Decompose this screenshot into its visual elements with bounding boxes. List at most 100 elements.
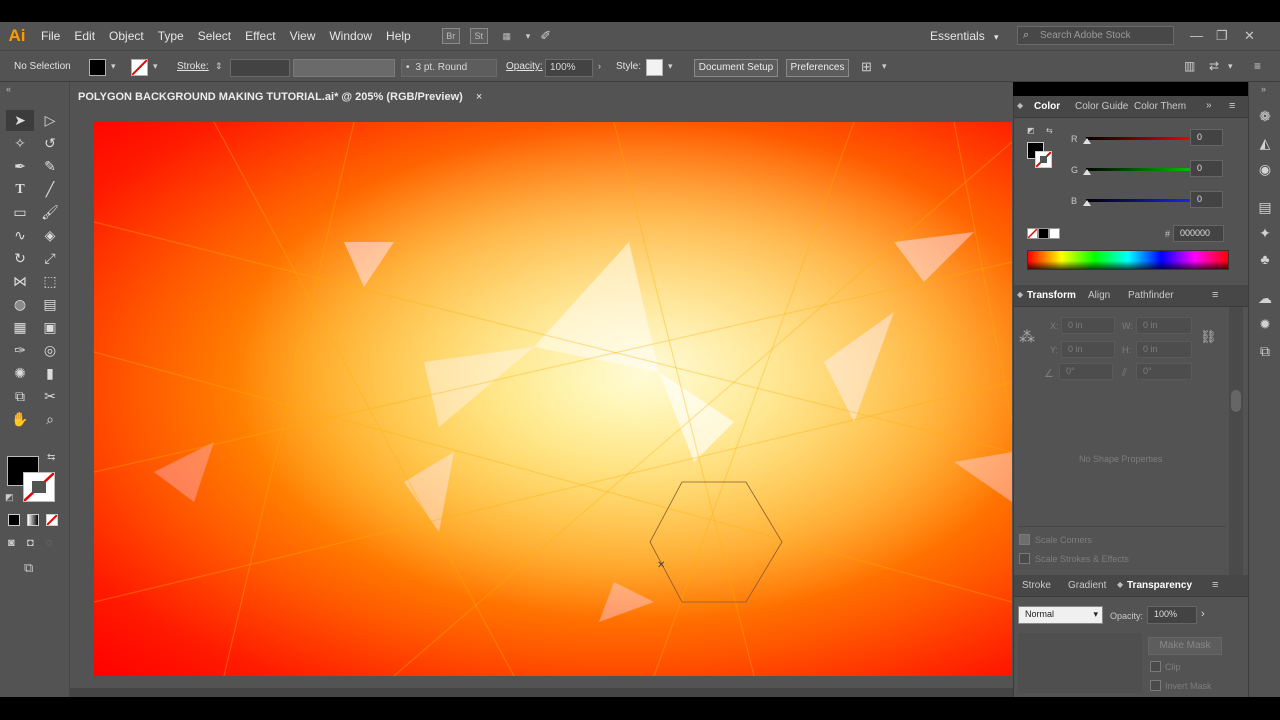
layers-icon[interactable]: ▤ — [1256, 198, 1274, 216]
collapse-icon[interactable]: ◆ — [1017, 290, 1023, 299]
gpu-performance-icon[interactable]: ✐ — [540, 28, 551, 44]
restore-icon[interactable]: ❐ — [1216, 22, 1228, 50]
chevron-right-icon[interactable]: › — [598, 51, 601, 82]
y-field[interactable]: 0 in — [1061, 341, 1115, 358]
minimize-icon[interactable]: — — [1190, 22, 1203, 50]
draw-normal-icon[interactable]: ◙ — [8, 537, 15, 549]
stroke-weight-field[interactable] — [230, 59, 290, 77]
tab-transform[interactable]: Transform — [1027, 285, 1076, 307]
opacity-field[interactable]: 100% — [1147, 606, 1197, 624]
hex-value-field[interactable]: 000000 — [1173, 225, 1224, 242]
column-graph-tool-icon[interactable]: ▮ — [36, 363, 64, 384]
transform-icon[interactable]: ⇄ — [1209, 51, 1219, 82]
pen-tool-icon[interactable]: ✒ — [6, 156, 34, 177]
stroke-box[interactable] — [23, 472, 55, 502]
menu-help[interactable]: Help — [379, 22, 418, 50]
lasso-tool-icon[interactable]: ↺ — [36, 133, 64, 154]
collapse-icon[interactable]: ◆ — [1017, 101, 1023, 110]
white-swatch[interactable] — [1049, 228, 1060, 239]
artboard[interactable]: ✕ — [94, 122, 1012, 676]
h-field[interactable]: 0 in — [1136, 341, 1192, 358]
constrain-proportions-icon[interactable]: ⛓ — [1200, 329, 1217, 345]
chevron-down-icon[interactable]: ▾ — [882, 51, 887, 82]
arrange-documents-icon[interactable]: ▦ — [498, 28, 516, 44]
close-tab-icon[interactable]: × — [476, 91, 482, 103]
x-field[interactable]: 0 in — [1061, 317, 1115, 334]
scale-corners-checkbox[interactable] — [1019, 534, 1030, 545]
artboard-tool-icon[interactable]: ⧉ — [6, 386, 34, 407]
default-colors-icon[interactable]: ◩ — [1027, 126, 1035, 135]
libraries-icon[interactable]: ♣ — [1256, 250, 1274, 268]
selection-tool-icon[interactable]: ➤ — [6, 110, 34, 131]
chevron-down-icon[interactable]: ▾ — [111, 51, 116, 82]
none-swatch[interactable] — [1027, 228, 1038, 239]
chevron-down-icon[interactable]: ▾ — [153, 51, 158, 82]
w-field[interactable]: 0 in — [1136, 317, 1192, 334]
symbols-icon[interactable]: ◭ — [1256, 134, 1274, 152]
scrollbar-thumb[interactable] — [1231, 390, 1241, 412]
none-mode-icon[interactable] — [46, 514, 58, 526]
tab-color-guide[interactable]: Color Guide — [1075, 96, 1128, 118]
invert-mask-checkbox[interactable] — [1150, 680, 1161, 691]
fill-stroke-control[interactable]: ⇆ ◩ — [5, 452, 57, 506]
swap-fill-stroke-icon[interactable]: ⇆ — [47, 452, 55, 463]
g-slider-track[interactable] — [1086, 168, 1196, 171]
menu-view[interactable]: View — [283, 22, 323, 50]
draw-inside-icon[interactable]: ◌ — [46, 537, 53, 549]
stroke-swatch[interactable] — [131, 59, 148, 76]
align-icon[interactable]: ▥ — [1184, 51, 1195, 82]
stroke-weight-stepper[interactable]: ⇕ — [215, 51, 223, 82]
appearance-icon[interactable]: ✹ — [1256, 315, 1274, 333]
menu-type[interactable]: Type — [151, 22, 191, 50]
brush-definition-dropdown[interactable]: • 3 pt. Round — [401, 59, 497, 77]
line-tool-icon[interactable]: ╱ — [36, 179, 64, 200]
opacity-field[interactable]: 100% — [545, 59, 593, 77]
black-swatch[interactable] — [1038, 228, 1049, 239]
document-setup-button[interactable]: Document Setup — [694, 59, 778, 77]
menu-window[interactable]: Window — [322, 22, 379, 50]
width-tool-icon[interactable]: ⋈ — [6, 271, 34, 292]
toolbox-collapse-icon[interactable]: « — [6, 84, 11, 94]
shear-field[interactable]: 0° — [1136, 363, 1192, 380]
transform-scrollbar[interactable] — [1229, 307, 1243, 576]
rotate-tool-icon[interactable]: ↻ — [6, 248, 34, 269]
preferences-button[interactable]: Preferences — [786, 59, 849, 77]
stroke-label[interactable]: Stroke: — [177, 51, 209, 82]
magic-wand-tool-icon[interactable]: ✧ — [6, 133, 34, 154]
r-value-field[interactable]: 0 — [1190, 129, 1223, 146]
curvature-tool-icon[interactable]: ✎ — [36, 156, 64, 177]
eyedropper-tool-icon[interactable]: ✑ — [6, 340, 34, 361]
g-slider-thumb[interactable] — [1083, 169, 1091, 175]
chevron-down-icon[interactable]: ▾ — [668, 51, 673, 82]
bridge-button[interactable]: Br — [441, 28, 460, 44]
gradient-mode-icon[interactable] — [27, 514, 39, 526]
opacity-label[interactable]: Opacity: — [506, 51, 543, 82]
chevron-down-icon[interactable]: ▾ — [526, 31, 531, 42]
g-value-field[interactable]: 0 — [1190, 160, 1223, 177]
draw-behind-icon[interactable]: ◘ — [27, 537, 34, 549]
free-transform-tool-icon[interactable]: ⬚ — [36, 271, 64, 292]
more-tabs-icon[interactable]: » — [1206, 100, 1212, 111]
workspace-switcher[interactable]: Essentials ▾ — [930, 22, 999, 51]
chevron-down-icon[interactable]: ▾ — [1228, 51, 1233, 82]
slice-tool-icon[interactable]: ✂ — [36, 386, 64, 407]
r-slider-track[interactable] — [1086, 137, 1196, 140]
graphic-styles-icon[interactable]: ◉ — [1256, 160, 1274, 178]
rotate-field[interactable]: 0° — [1059, 363, 1113, 380]
blend-mode-dropdown[interactable]: Normal ▾ — [1018, 606, 1103, 624]
menu-effect[interactable]: Effect — [238, 22, 282, 50]
tab-stroke[interactable]: Stroke — [1022, 575, 1051, 597]
swap-colors-icon[interactable]: ⇆ — [1046, 126, 1053, 135]
shape-builder-tool-icon[interactable]: ◍ — [6, 294, 34, 315]
symbol-sprayer-tool-icon[interactable]: ✺ — [6, 363, 34, 384]
b-slider-track[interactable] — [1086, 199, 1196, 202]
perspective-grid-tool-icon[interactable]: ▤ — [36, 294, 64, 315]
arrange-icon[interactable]: ⊞ — [861, 51, 872, 82]
zoom-tool-icon[interactable]: ⌕ — [36, 409, 64, 430]
reference-point-icon[interactable]: ⁂ — [1019, 327, 1035, 347]
b-slider-thumb[interactable] — [1083, 200, 1091, 206]
tab-gradient[interactable]: Gradient — [1068, 575, 1106, 597]
color-spectrum-ramp[interactable] — [1027, 250, 1229, 270]
eraser-tool-icon[interactable]: ◈ — [36, 225, 64, 246]
make-mask-button[interactable]: Make Mask — [1148, 637, 1222, 655]
